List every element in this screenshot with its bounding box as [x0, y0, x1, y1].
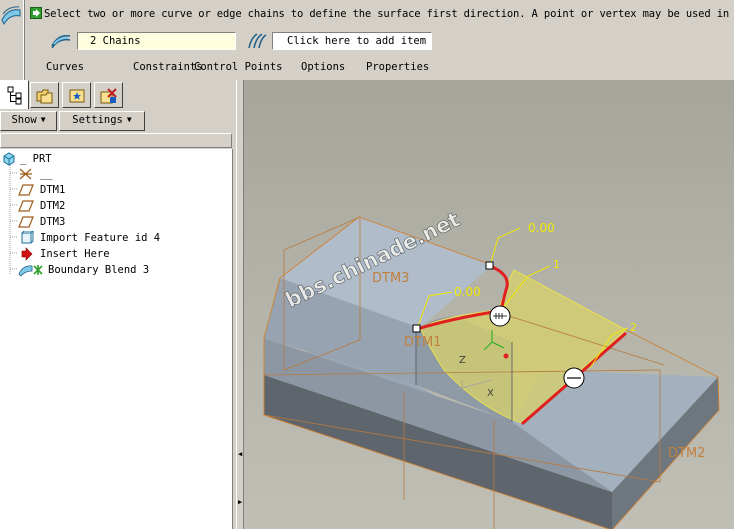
chain-label-1: 1: [553, 258, 560, 271]
tree-item-label: DTM3: [40, 216, 66, 228]
tab-control-points[interactable]: Control Points: [194, 61, 283, 73]
dimension-value-top[interactable]: 0.00: [528, 221, 555, 235]
triad-origin: [503, 353, 509, 359]
tree-item-label: __: [40, 168, 53, 180]
tab-curves[interactable]: Curves: [46, 61, 84, 73]
favorites-tab[interactable]: [62, 82, 91, 108]
dimension-leader-top: [489, 227, 521, 267]
favorites-icon: [69, 89, 85, 103]
vertex-handle-top[interactable]: [485, 261, 494, 270]
coordinate-system-icon: [19, 168, 32, 180]
first-direction-field[interactable]: 2 Chains: [77, 32, 236, 50]
tree-item-label: Boundary Blend 3: [48, 264, 150, 276]
model-tree: _ PRT __ DTM1 DTM2 DTM3 Import Feature i…: [0, 149, 233, 529]
tree-root-label: _ PRT: [20, 153, 52, 165]
panel-splitter[interactable]: ◀ ▶: [236, 80, 244, 529]
axis-label-x: X: [487, 388, 494, 399]
datum-plane-icon: [18, 200, 34, 212]
insert-arrow-icon: [21, 247, 33, 261]
second-direction-field[interactable]: Click here to add item: [272, 32, 432, 50]
tab-options[interactable]: Options: [301, 61, 345, 73]
second-direction-icon: [248, 33, 267, 49]
datum-label-dtm3: DTM3: [372, 271, 409, 286]
boundary-blend-icon: [18, 265, 43, 277]
datum-plane-icon: [18, 184, 34, 196]
dimension-value-left[interactable]: 0.00: [454, 285, 481, 299]
connections-icon: [100, 88, 117, 104]
show-button[interactable]: Show ▼: [0, 111, 57, 131]
dashboard: Select two or more curve or edge chains …: [0, 0, 734, 80]
message-arrow-icon: [30, 7, 42, 19]
axis-label-z: Z: [459, 355, 466, 366]
first-direction-icon: [51, 34, 71, 49]
chain-label-2: 2: [630, 321, 637, 334]
model-tree-icon: [7, 86, 22, 105]
tree-item-label: Insert Here: [40, 248, 110, 260]
navigator-tabs: [0, 80, 236, 109]
import-feature-icon: [21, 231, 34, 244]
connections-tab[interactable]: [94, 82, 123, 108]
show-button-label: Show: [11, 114, 37, 126]
vertex-handle-left[interactable]: [412, 324, 421, 333]
datum-plane-icon: [18, 216, 34, 228]
navigator-panel: Show ▼ Settings ▼ _ PRT __ DTM1 DTM2 DTM…: [0, 80, 236, 529]
tree-item-label: Import Feature id 4: [40, 232, 161, 244]
datum-label-dtm2: DTM2: [668, 446, 705, 461]
settings-button[interactable]: Settings ▼: [59, 111, 145, 131]
chevron-down-icon: ▼: [40, 115, 46, 124]
collapse-left-icon[interactable]: ◀: [238, 450, 242, 458]
chevron-down-icon: ▼: [126, 115, 132, 124]
boundary-blend-tool-icon: [0, 0, 24, 80]
tree-item-label: DTM2: [40, 200, 66, 212]
message-line: Select two or more curve or edge chains …: [30, 6, 734, 22]
tree-item-label: DTM1: [40, 184, 66, 196]
datum-label-dtm1: DTM1: [404, 335, 441, 350]
tree-toolbar: Show ▼ Settings ▼: [0, 111, 236, 131]
settings-button-label: Settings: [72, 114, 123, 126]
tab-constraints[interactable]: Constraints: [133, 61, 203, 73]
graphics-window[interactable]: 0.00 0.00 1 2 DTM3 DTM1 DTM2 Z X bbs.chi…: [244, 80, 734, 529]
model-tree-tab[interactable]: [0, 80, 29, 109]
folder-browser-tab[interactable]: [30, 82, 59, 108]
message-text: Select two or more curve or edge chains …: [44, 8, 734, 20]
tree-column-header: [0, 133, 232, 148]
expand-right-icon[interactable]: ▶: [238, 498, 242, 506]
part-icon: [3, 152, 15, 166]
tab-properties[interactable]: Properties: [366, 61, 429, 73]
folder-browser-icon: [36, 89, 53, 104]
